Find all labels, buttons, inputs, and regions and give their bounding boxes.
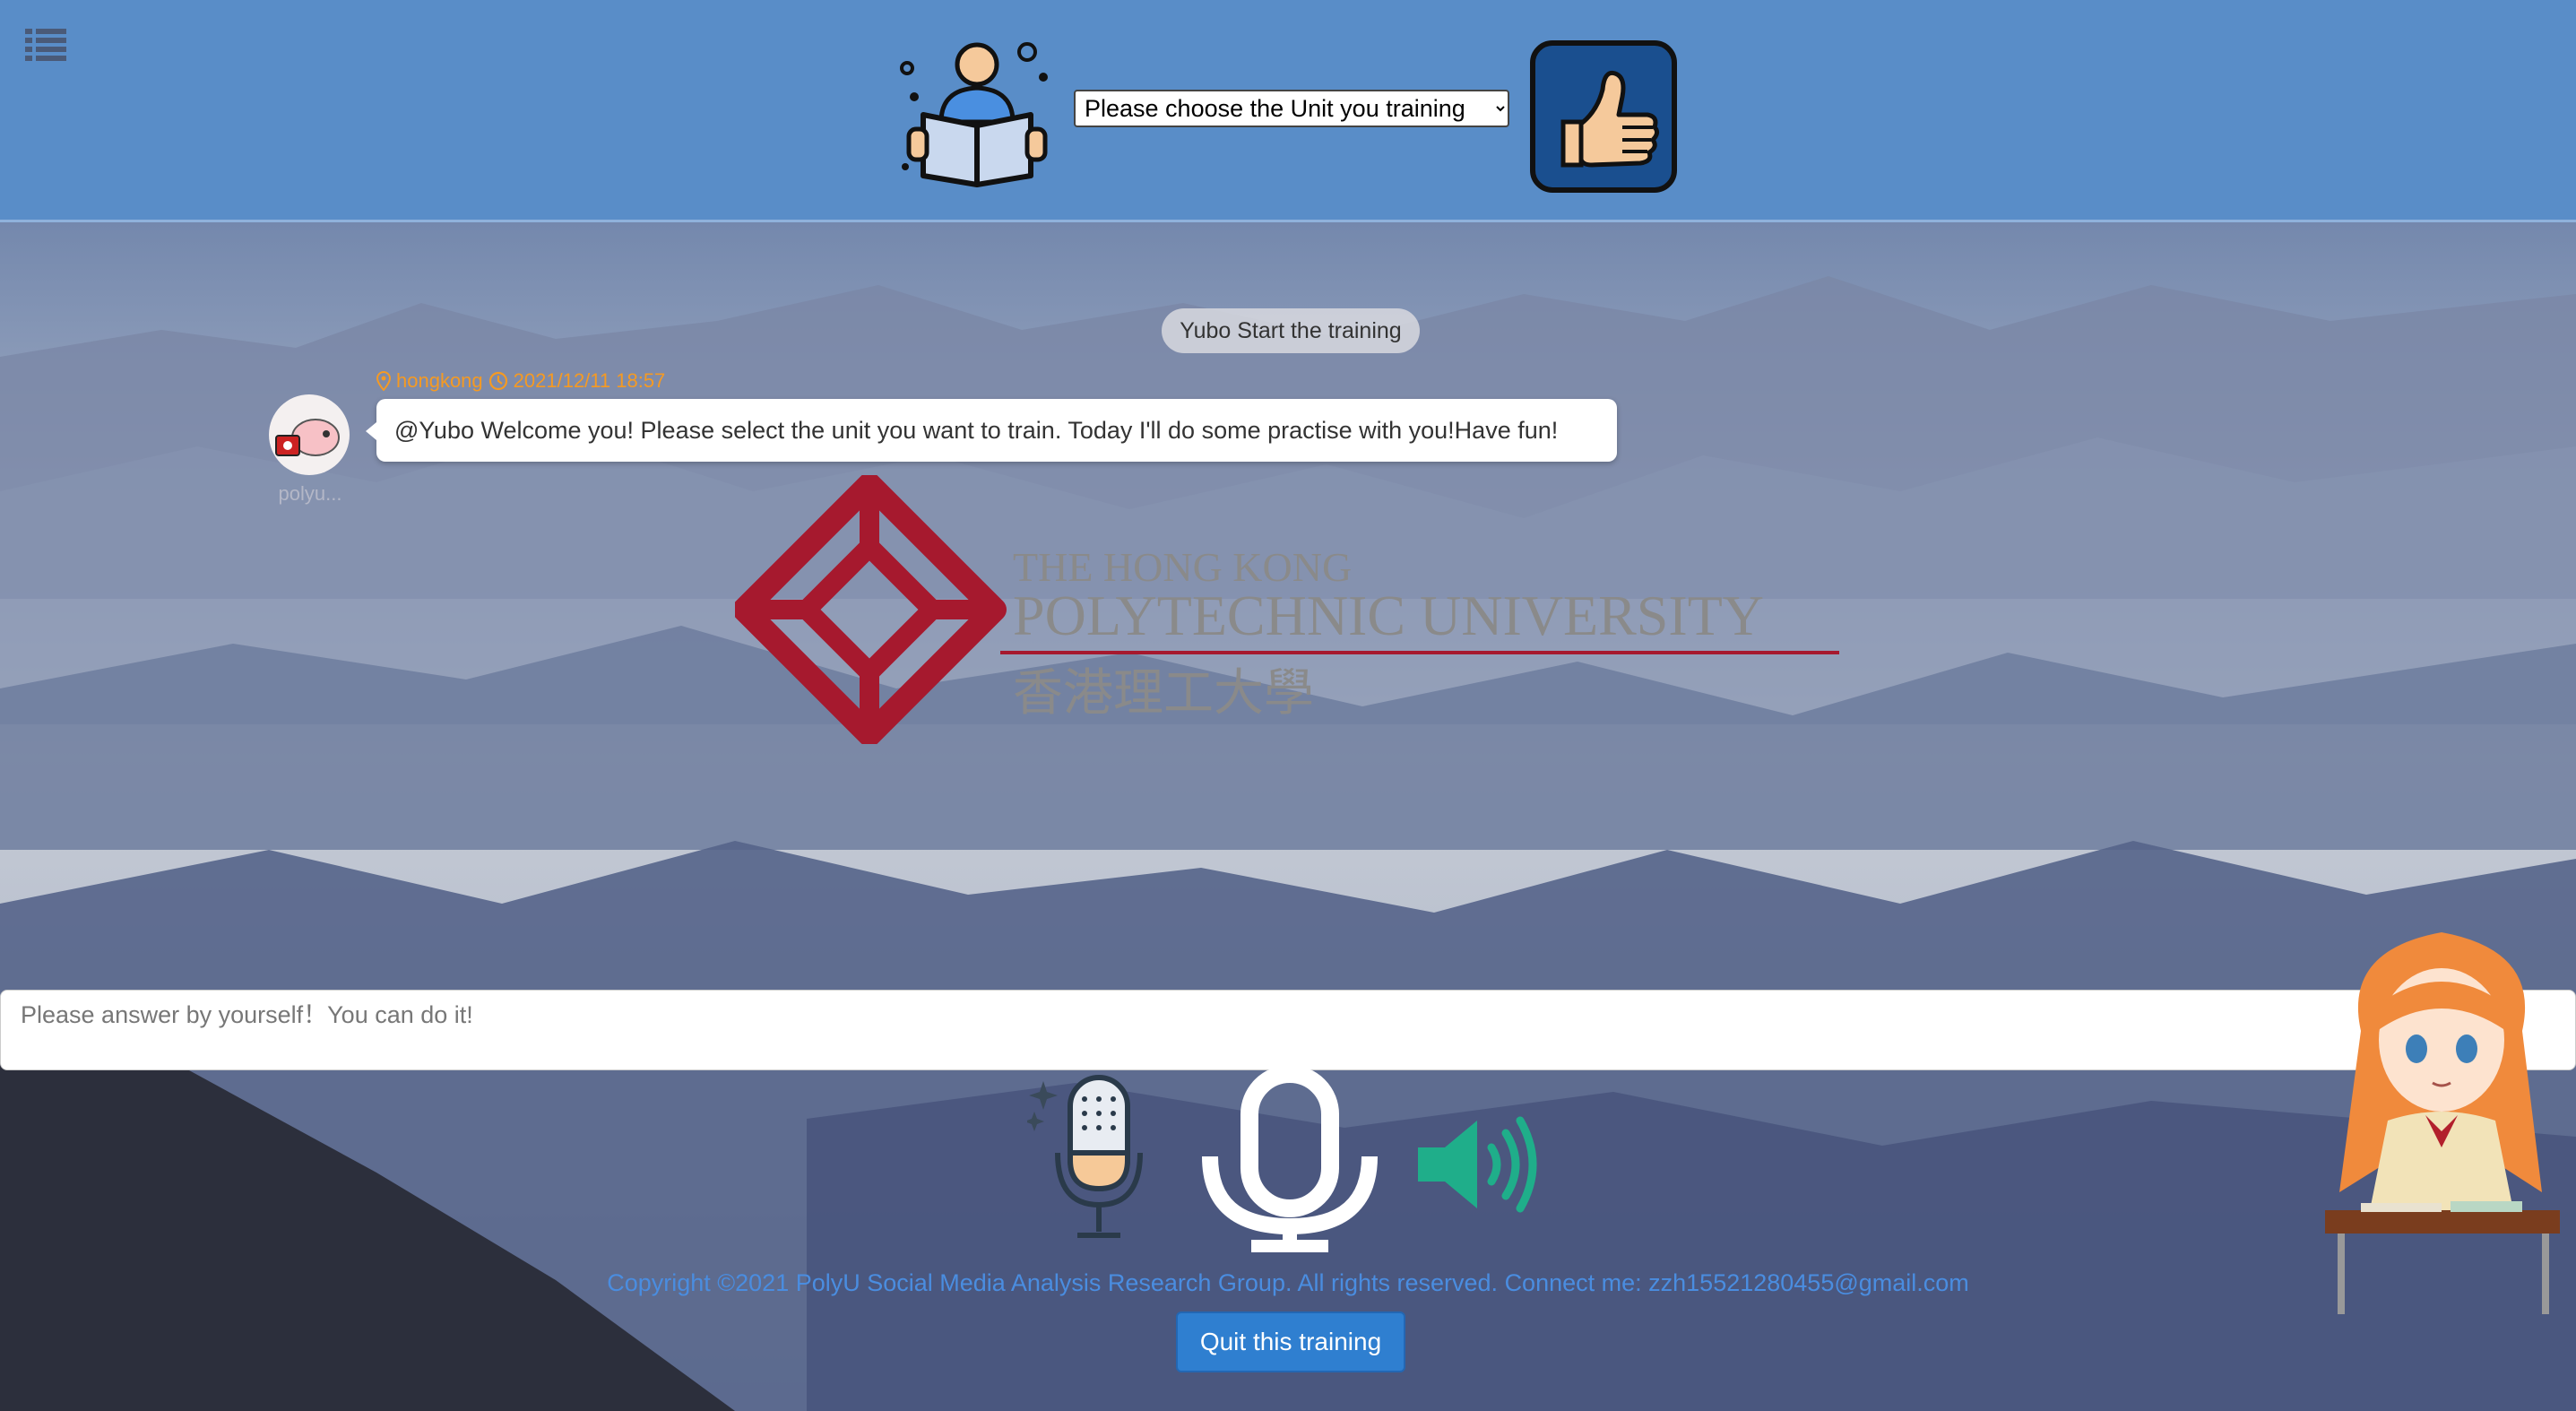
quit-training-button[interactable]: Quit this training (1176, 1311, 1405, 1372)
anime-mascot-image (2325, 932, 2560, 1314)
system-notice: Yubo Start the training (1162, 308, 1420, 353)
chat-message-text: @Yubo Welcome you! Please select the uni… (394, 416, 1559, 444)
message-meta: hongkong 2021/12/11 18:57 (376, 369, 665, 393)
location-pin-icon (376, 371, 391, 391)
list-menu-icon[interactable] (25, 27, 66, 63)
unit-select[interactable]: Please choose the Unit you training (1074, 90, 1509, 127)
voice-record-icon[interactable] (1197, 1069, 1382, 1253)
speaker-icon[interactable] (1414, 1115, 1540, 1214)
copyright-text: Copyright ©2021 PolyU Social Media Analy… (607, 1269, 1969, 1296)
message-location: hongkong (396, 369, 483, 392)
avatar-image (275, 419, 340, 456)
logo-line-2: POLYTECHNIC UNIVERSITY (1013, 584, 1764, 647)
logo-line-3: 香港理工大學 (1013, 664, 1314, 723)
polyu-logo: THE HONG KONG POLYTECHNIC UNIVERSITY 香港理… (735, 475, 1839, 744)
thumbs-up-icon[interactable] (1529, 39, 1678, 194)
chat-message-bubble: @Yubo Welcome you! Please select the uni… (366, 399, 1617, 462)
answer-input[interactable] (0, 990, 2576, 1070)
top-header: Please choose the Unit you training (0, 0, 2576, 222)
polyu-emblem-icon (735, 475, 1007, 744)
microphone-icon[interactable] (1027, 1072, 1158, 1242)
bot-name: polyu... (278, 482, 342, 505)
clock-icon (488, 371, 507, 391)
reader-book-icon (900, 42, 1048, 187)
bot-avatar (269, 394, 350, 475)
message-timestamp: 2021/12/11 18:57 (513, 369, 666, 392)
